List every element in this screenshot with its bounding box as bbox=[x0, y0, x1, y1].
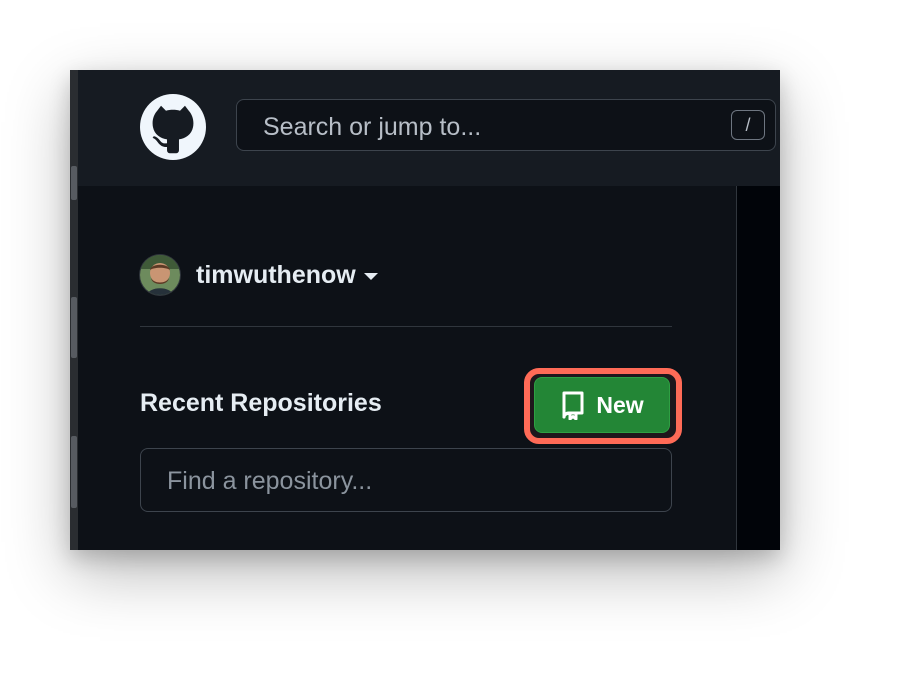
sidebar-divider bbox=[140, 326, 672, 327]
dashboard-sidebar: timwuthenow Recent Repositories New Find… bbox=[78, 186, 736, 550]
github-octocat-icon[interactable] bbox=[140, 94, 206, 160]
screenshot-canvas: Search or jump to... / timwuthenow Recen… bbox=[0, 0, 910, 680]
user-avatar bbox=[140, 255, 180, 295]
main-content-area bbox=[737, 186, 780, 550]
find-repository-input[interactable]: Find a repository... bbox=[140, 448, 672, 512]
edge-mark bbox=[71, 166, 77, 200]
account-username: timwuthenow bbox=[196, 260, 356, 289]
recent-repositories-heading: Recent Repositories bbox=[140, 389, 382, 417]
account-switcher[interactable]: timwuthenow bbox=[140, 254, 378, 296]
edge-mark bbox=[71, 436, 77, 508]
new-repository-button[interactable]: New bbox=[534, 377, 670, 433]
left-window-edge bbox=[70, 70, 78, 550]
global-search-input[interactable]: Search or jump to... / bbox=[236, 99, 776, 151]
edge-mark bbox=[71, 297, 77, 358]
repo-icon bbox=[562, 391, 584, 420]
caret-down-icon bbox=[363, 272, 378, 280]
new-button-label: New bbox=[596, 391, 644, 418]
find-repository-placeholder: Find a repository... bbox=[167, 467, 373, 495]
github-window: Search or jump to... / timwuthenow Recen… bbox=[70, 70, 780, 550]
top-header: Search or jump to... / bbox=[78, 70, 780, 186]
search-shortcut-key: / bbox=[731, 110, 765, 140]
search-placeholder: Search or jump to... bbox=[263, 113, 482, 141]
